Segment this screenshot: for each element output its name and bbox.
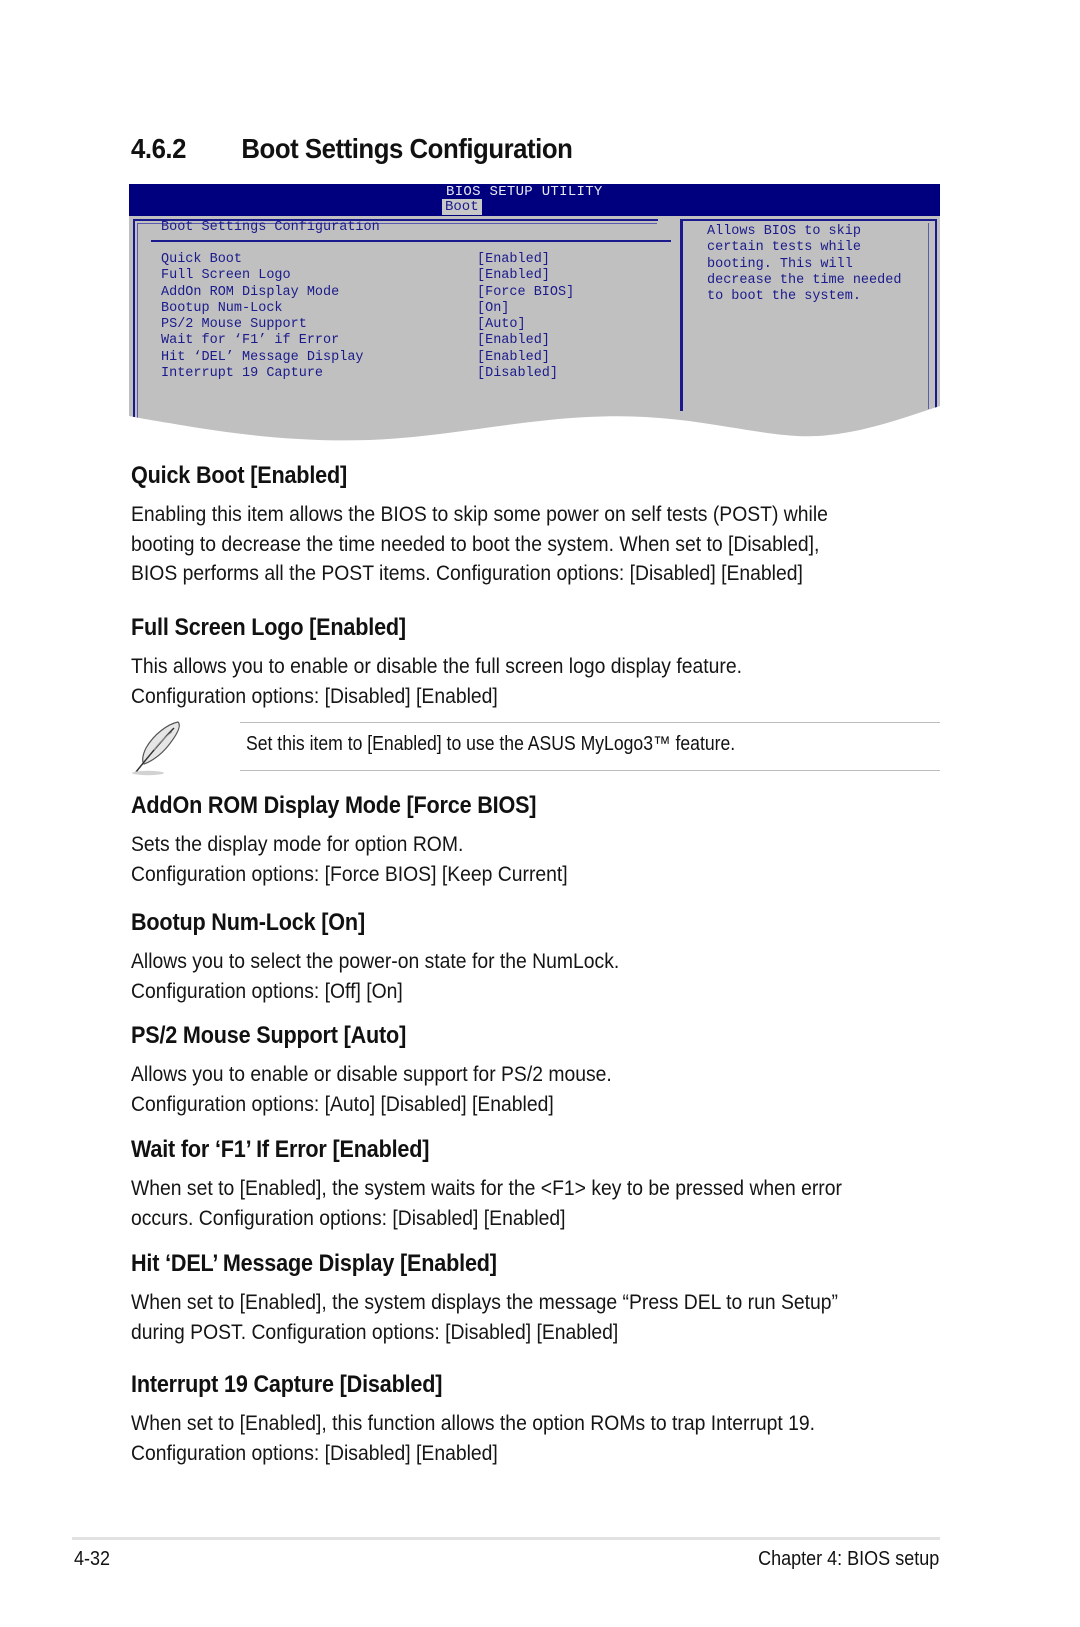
note-top-rule	[240, 722, 940, 723]
setting-description-line: occurs. Configuration options: [Disabled…	[131, 1205, 566, 1230]
setting-description-line: When set to [Enabled], the system displa…	[131, 1290, 838, 1314]
bios-body: Boot Settings Configuration Quick Boot [E…	[129, 216, 940, 454]
setting-description-line: When set to [Enabled], the system waits …	[131, 1176, 842, 1200]
setting-heading: Quick Boot [Enabled]	[131, 462, 348, 489]
setting-description-line: Configuration options: [Auto] [Disabled]…	[131, 1091, 554, 1116]
setting-description-line: during POST. Configuration options: [Dis…	[131, 1319, 619, 1344]
setting-description-line: Configuration options: [Force BIOS] [Kee…	[131, 861, 568, 886]
note-text: Set this item to [Enabled] to use the AS…	[246, 733, 736, 755]
page-number: 4-32	[74, 1548, 111, 1570]
setting-heading: Hit ‘DEL’ Message Display [Enabled]	[131, 1250, 497, 1277]
section-title: 4.6.2 Boot Settings Configuration	[131, 133, 573, 165]
setting-heading: Bootup Num-Lock [On]	[131, 909, 365, 936]
setting-description-line: Configuration options: [Disabled] [Enabl…	[131, 683, 498, 708]
bios-header-bar: BIOS SETUP UTILITY Boot	[129, 184, 940, 216]
note-bottom-rule	[240, 770, 940, 771]
setting-description-line: Allows you to select the power-on state …	[131, 949, 620, 973]
footer-rule	[72, 1537, 940, 1540]
section-title-text: Boot Settings Configuration	[241, 133, 573, 164]
setting-description-line: BIOS performs all the POST items. Config…	[131, 561, 803, 585]
bios-tab-boot[interactable]: Boot	[442, 199, 482, 215]
bios-utility-title: BIOS SETUP UTILITY	[446, 184, 603, 200]
bios-screenshot: BIOS SETUP UTILITY Boot Boot Settings Co…	[129, 184, 940, 454]
chapter-label: Chapter 4: BIOS setup	[757, 1548, 939, 1570]
setting-description-line: This allows you to enable or disable the…	[131, 654, 742, 678]
setting-description-line: Allows you to enable or disable support …	[131, 1062, 612, 1086]
setting-description-line: Sets the display mode for option ROM.	[131, 832, 464, 856]
setting-description-line: Configuration options: [Disabled] [Enabl…	[131, 1440, 498, 1465]
setting-heading: PS/2 Mouse Support [Auto]	[131, 1022, 407, 1049]
section-number: 4.6.2	[131, 133, 186, 164]
setting-description-line: Configuration options: [Off] [On]	[131, 978, 403, 1003]
setting-heading: Wait for ‘F1’ If Error [Enabled]	[131, 1136, 430, 1163]
setting-heading: AddOn ROM Display Mode [Force BIOS]	[131, 792, 537, 819]
feather-quill-icon	[132, 721, 180, 776]
setting-heading: Interrupt 19 Capture [Disabled]	[131, 1371, 443, 1398]
setting-heading: Full Screen Logo [Enabled]	[131, 614, 406, 641]
setting-description-line: When set to [Enabled], this function all…	[131, 1411, 816, 1435]
setting-description-line: booting to decrease the time needed to b…	[131, 531, 820, 556]
setting-description-line: Enabling this item allows the BIOS to sk…	[131, 502, 828, 526]
torn-edge	[129, 406, 940, 454]
